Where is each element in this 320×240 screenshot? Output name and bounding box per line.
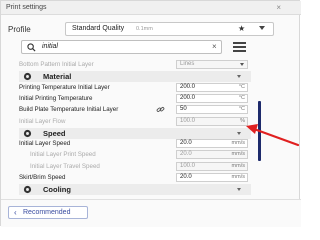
setting-row: Initial Layer Flow 100.0% xyxy=(19,117,251,127)
footer: ‹ Recommended xyxy=(1,199,301,227)
category-material[interactable]: Material xyxy=(19,71,251,82)
speed-category-icon xyxy=(23,129,32,138)
setting-value-field[interactable]: 200.0 °C xyxy=(176,83,248,92)
category-label: Material xyxy=(43,72,72,81)
setting-value: 200.0 xyxy=(180,95,196,101)
setting-label: Initial Printing Temperature xyxy=(19,95,93,102)
recommended-label: Recommended xyxy=(23,209,71,216)
setting-label: Initial Layer Flow xyxy=(19,118,66,125)
setting-value-field[interactable]: 20.0 mm/s xyxy=(176,173,248,182)
setting-unit: mm/s xyxy=(231,151,245,157)
setting-unit: mm/s xyxy=(231,163,245,169)
chevron-left-icon: ‹ xyxy=(14,208,17,217)
window-title: Print settings xyxy=(6,4,47,11)
chevron-down-icon xyxy=(259,26,265,30)
setting-row: Skirt/Brim Speed 20.0 mm/s xyxy=(19,173,251,183)
setting-label: Build Plate Temperature Initial Layer xyxy=(19,106,119,113)
close-icon[interactable]: × xyxy=(276,3,281,12)
chevron-down-icon[interactable] xyxy=(237,75,241,78)
material-category-icon xyxy=(23,72,32,81)
chevron-down-icon[interactable] xyxy=(237,188,241,191)
setting-unit: °C xyxy=(238,106,245,112)
search-row: initial × xyxy=(1,40,301,56)
hamburger-menu-icon[interactable] xyxy=(233,42,246,52)
setting-label: Skirt/Brim Speed xyxy=(19,174,66,181)
cooling-category-icon xyxy=(23,185,32,194)
settings-list: Bottom Pattern Initial Layer Lines Materia… xyxy=(19,60,251,200)
recommended-button[interactable]: ‹ Recommended xyxy=(8,206,88,219)
setting-row: Initial Layer Speed 20.0 mm/s xyxy=(19,139,251,149)
category-label: Speed xyxy=(43,129,66,138)
search-value: initial xyxy=(42,43,58,50)
setting-row: Bottom Pattern Initial Layer Lines xyxy=(19,60,251,70)
profile-layer-height: 0.1mm xyxy=(136,26,153,32)
setting-label: Bottom Pattern Initial Layer xyxy=(19,61,94,68)
setting-value-field[interactable]: 200.0 °C xyxy=(176,94,248,103)
setting-value-field[interactable]: Lines xyxy=(176,60,248,69)
setting-value: Lines xyxy=(180,61,195,67)
print-settings-window: Print settings × Profile Standard Qualit… xyxy=(0,0,301,227)
link-icon[interactable] xyxy=(156,105,165,114)
category-label: Cooling xyxy=(43,185,71,194)
profile-select[interactable]: Standard Quality 0.1mm ★ xyxy=(65,22,274,36)
profile-value: Standard Quality xyxy=(72,25,125,32)
annotation-arrow-icon xyxy=(246,124,300,147)
setting-row: Initial Layer Print Speed 20.0 mm/s xyxy=(19,150,251,160)
setting-value: 100.0 xyxy=(180,118,196,124)
category-cooling[interactable]: Cooling xyxy=(19,184,251,195)
search-icon xyxy=(27,43,36,52)
setting-value-field[interactable]: 20.0 mm/s xyxy=(176,139,248,148)
title-bar: Print settings × xyxy=(1,1,301,15)
setting-value-field[interactable]: 50 °C xyxy=(176,105,248,114)
setting-value-field[interactable]: 20.0 mm/s xyxy=(176,150,248,159)
setting-value: 200.0 xyxy=(180,84,196,90)
setting-unit: mm/s xyxy=(231,174,245,180)
setting-value: 100.0 xyxy=(180,163,196,169)
setting-value: 20.0 xyxy=(180,151,192,157)
setting-label: Initial Layer Travel Speed xyxy=(30,163,100,170)
setting-label: Initial Layer Speed xyxy=(19,140,71,147)
setting-value: 50 xyxy=(180,106,187,112)
setting-row: Printing Temperature Initial Layer 200.0 °… xyxy=(19,83,251,93)
profile-row: Profile Standard Quality 0.1mm ★ xyxy=(1,21,301,37)
setting-row: Build Plate Temperature Initial Layer 50 °… xyxy=(19,105,251,115)
star-icon[interactable]: ★ xyxy=(238,24,245,33)
setting-value: 20.0 xyxy=(180,140,192,146)
setting-value: 20.0 xyxy=(180,174,192,180)
setting-label: Initial Layer Print Speed xyxy=(30,151,96,158)
category-speed[interactable]: Speed xyxy=(19,128,251,139)
setting-value-field[interactable]: 100.0 mm/s xyxy=(176,162,248,171)
clear-search-icon[interactable]: × xyxy=(212,42,217,51)
setting-value-field[interactable]: 100.0% xyxy=(176,117,248,126)
setting-unit: °C xyxy=(238,95,245,101)
search-input[interactable]: initial × xyxy=(21,40,222,54)
chevron-down-icon xyxy=(240,63,244,66)
setting-unit: °C xyxy=(238,84,245,90)
setting-row: Initial Layer Travel Speed 100.0 mm/s xyxy=(19,162,251,172)
setting-label: Printing Temperature Initial Layer xyxy=(19,84,110,91)
profile-label: Profile xyxy=(8,25,31,34)
setting-row: Initial Printing Temperature 200.0 °C xyxy=(19,94,251,104)
